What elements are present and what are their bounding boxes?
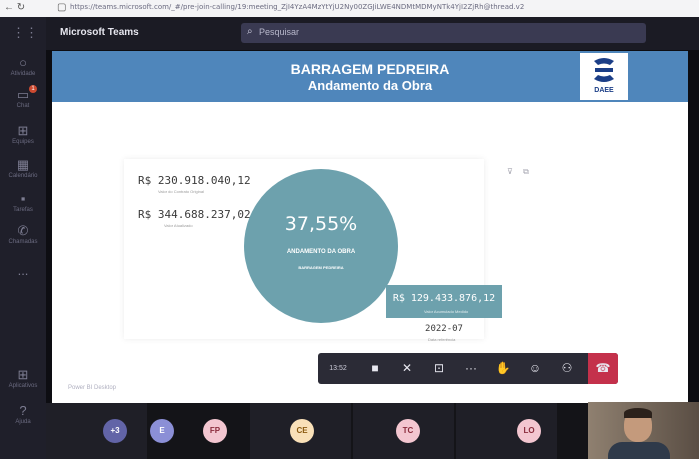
tab-page-icon: ▢ (57, 2, 67, 13)
logo-text: DAEE (594, 87, 614, 94)
call-controls: 13:52 ■ ✕ ⊡ ··· ✋ ☺ ⚇ ☎ (318, 353, 618, 384)
visual-filter-icons[interactable]: ⊽ ⧉ (507, 167, 533, 177)
avatar[interactable]: TC (396, 419, 420, 443)
search-input[interactable]: ⌕ Pesquisar (241, 23, 646, 43)
rail-label-chat: Chat (16, 103, 30, 109)
more-apps-icon[interactable]: ... (12, 263, 34, 281)
daee-logo-icon (594, 58, 614, 82)
powerbi-footer: Power BI Desktop (68, 385, 117, 391)
rail-label-help: Ajuda (15, 419, 31, 425)
raise-hand-icon[interactable]: ✋ (488, 353, 518, 384)
measured-value-caption: Valor Acumulado Medido (424, 309, 469, 314)
rail-label-tasks: Tarefas (13, 207, 33, 213)
avatar[interactable]: FP (203, 419, 227, 443)
rail-label-apps: Aplicativos (8, 383, 38, 389)
participants-icon[interactable]: ⚇ (552, 353, 582, 384)
rail-label-activity: Atividade (10, 71, 36, 77)
progress-sublabel: BARRAGEM PEDREIRA (298, 265, 344, 270)
daee-logo: DAEE (580, 53, 628, 100)
progress-percent: 37,55% (284, 213, 358, 235)
mic-off-icon[interactable]: ✕ (392, 353, 422, 384)
browser-nav-icons[interactable]: ← ↻ (4, 2, 25, 13)
teams-header: Microsoft Teams ⌕ Pesquisar (46, 17, 699, 50)
avatar[interactable]: E (150, 419, 174, 443)
browser-toolbar: ← ↻ ▢ https://teams.microsoft.com/_#/pre… (0, 0, 699, 18)
call-timer: 13:52 (329, 365, 347, 372)
avatar[interactable]: CE (290, 419, 314, 443)
app-launcher-icon[interactable]: ⋮⋮ (12, 25, 38, 43)
rail-label-calls: Chamadas (8, 239, 38, 245)
hangup-icon[interactable]: ☎ (588, 353, 618, 384)
overflow-participants-avatar[interactable]: +3 (103, 419, 127, 443)
participant-tile[interactable] (46, 403, 147, 459)
chat-badge: 1 (29, 85, 37, 93)
app-name: Microsoft Teams (60, 27, 139, 38)
original-contract-value: R$ 230.918.040,12 (138, 174, 251, 187)
measured-value: R$ 129.433.876,12 (392, 293, 496, 304)
share-icon[interactable]: ⊡ (424, 353, 454, 384)
person-hair (624, 408, 652, 418)
participant-tile[interactable] (456, 403, 557, 459)
person-shoulders (608, 442, 670, 459)
address-bar[interactable]: https://teams.microsoft.com/_#/pre-join-… (70, 3, 524, 11)
avatar[interactable]: LO (517, 419, 541, 443)
rail-label-calendar: Calendário (8, 173, 38, 179)
camera-icon[interactable]: ■ (360, 353, 390, 384)
dashboard-header: BARRAGEM PEDREIRA Andamento da Obra DAEE (52, 51, 688, 102)
self-video-tile[interactable] (588, 402, 699, 459)
search-icon: ⌕ (247, 26, 253, 37)
search-placeholder: Pesquisar (259, 27, 300, 37)
rail-label-teams: Equipes (12, 139, 34, 145)
updated-contract-value: R$ 344.688.237,02 (138, 208, 251, 221)
progress-circle: 37,55% ANDAMENTO DA OBRA BARRAGEM PEDREI… (244, 169, 398, 323)
updated-contract-caption: Valor Atualizado (164, 223, 193, 228)
progress-label: ANDAMENTO DA OBRA (286, 249, 356, 255)
reference-date: 2022-07 (425, 324, 463, 334)
more-icon[interactable]: ··· (456, 353, 486, 384)
original-contract-caption: Valor do Contrato Original (158, 189, 204, 194)
teams-app-rail: ⋮⋮ ○ Atividade ▭ 1 Chat ⊞ Equipes ▦ Cale… (0, 17, 46, 459)
shared-screen-dashboard: BARRAGEM PEDREIRA Andamento da Obra DAEE… (52, 51, 688, 403)
measured-value-box: R$ 129.433.876,12 Valor Acumulado Medido (386, 285, 502, 318)
reactions-icon[interactable]: ☺ (520, 353, 550, 384)
reference-date-caption: Data referência (428, 337, 456, 342)
